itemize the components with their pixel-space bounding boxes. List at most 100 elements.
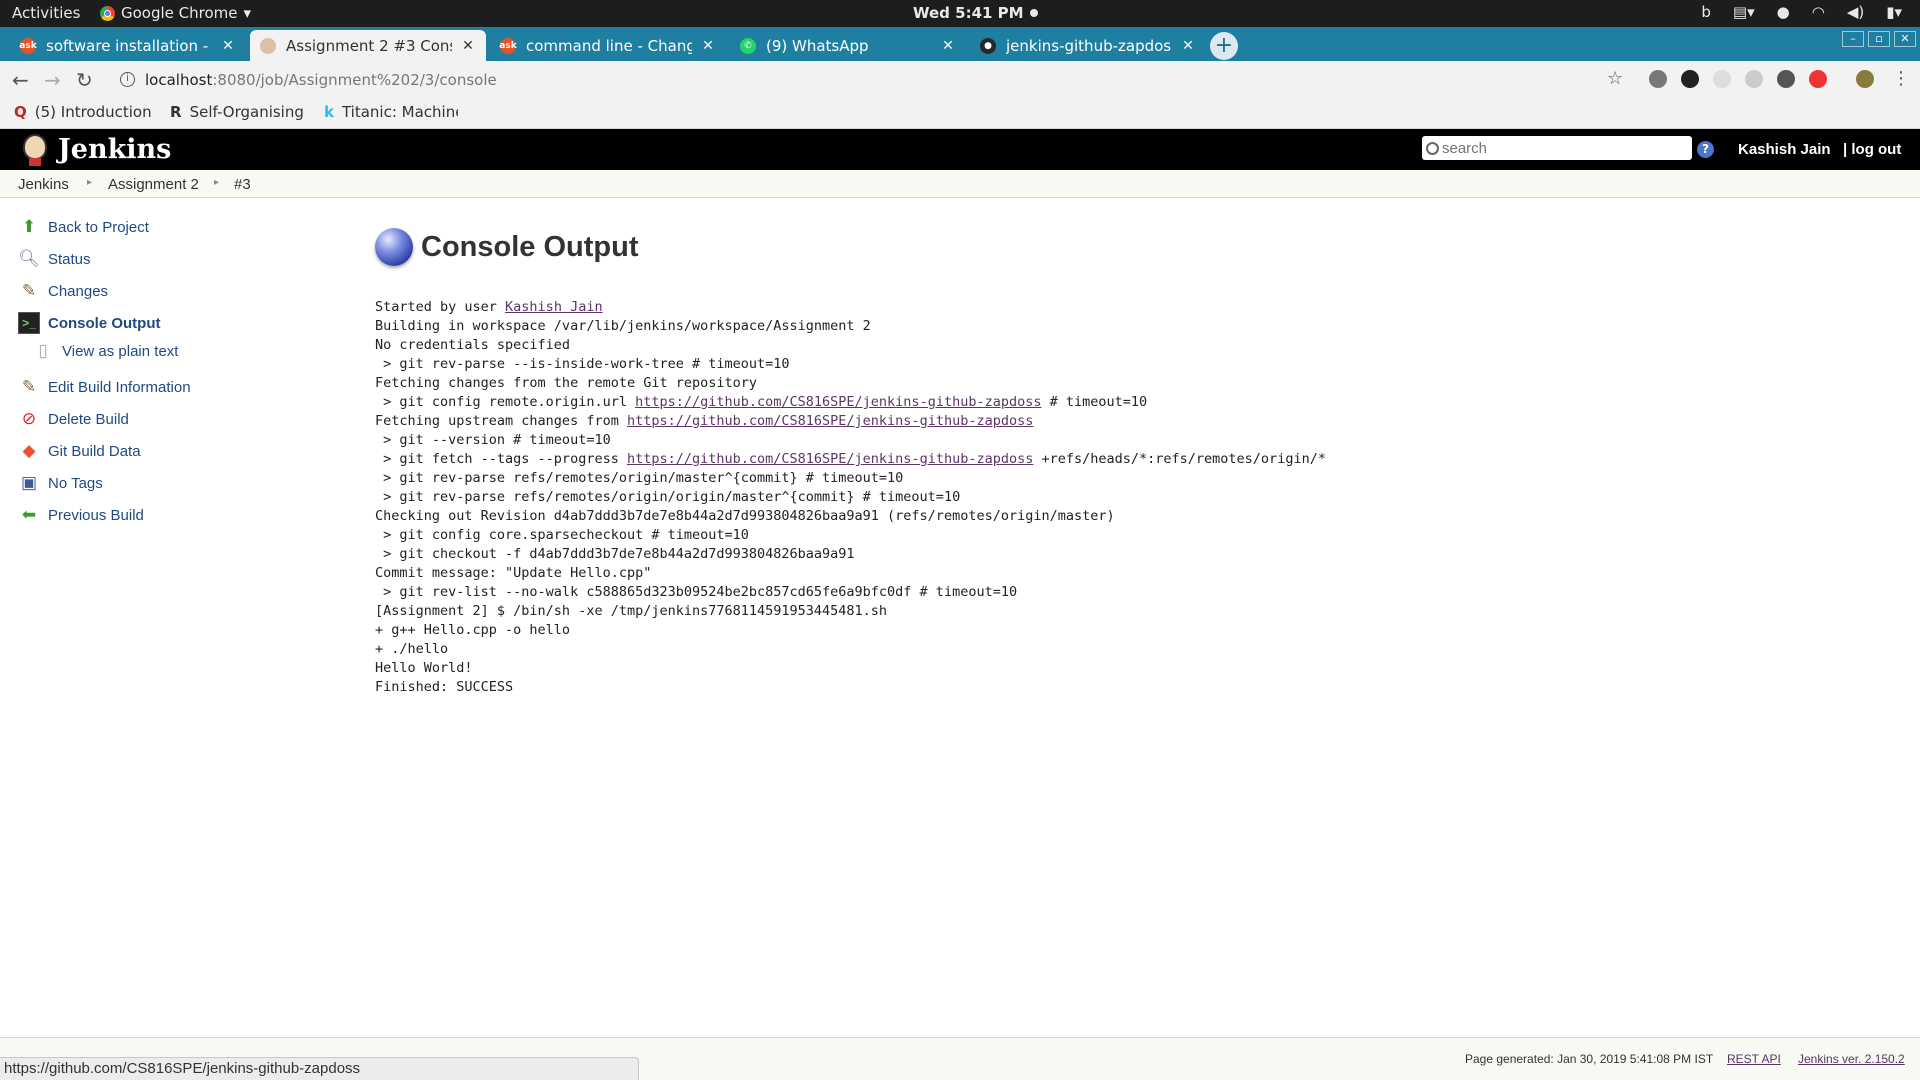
- close-icon[interactable]: ✕: [460, 38, 476, 54]
- jenkins-header: Jenkins ? Kashish Jain | log out: [0, 129, 1920, 170]
- back-arrow-icon[interactable]: ←: [12, 68, 29, 92]
- console-line: +refs/heads/*:refs/remotes/origin/*: [1033, 451, 1326, 467]
- browser-tab[interactable]: ✆ (9) WhatsApp ✕: [730, 30, 966, 61]
- task-back-to-project[interactable]: ⬆ Back to Project: [18, 216, 149, 238]
- search-input[interactable]: [1442, 139, 1682, 157]
- clock-label: Wed 5:41 PM: [913, 4, 1024, 22]
- reload-icon[interactable]: ↻: [76, 68, 93, 92]
- cloud-icon[interactable]: ●: [1777, 3, 1790, 21]
- battery-icon[interactable]: ▮▾: [1886, 3, 1902, 21]
- clipboard-icon[interactable]: ▤▾: [1733, 3, 1755, 21]
- extension-icon[interactable]: [1745, 70, 1763, 88]
- app-menu-label: Google Chrome: [121, 4, 238, 22]
- maximize-button[interactable]: ▫: [1868, 31, 1890, 47]
- activities-button[interactable]: Activities: [12, 4, 80, 22]
- task-previous-build[interactable]: ⬅ Previous Build: [18, 504, 144, 526]
- extension-icon[interactable]: [1681, 70, 1699, 88]
- bookmark-item[interactable]: R Self-Organising: [170, 103, 306, 121]
- clock[interactable]: Wed 5:41 PM: [913, 4, 1038, 22]
- notepad-icon: ✎: [21, 377, 37, 396]
- search-box[interactable]: [1422, 136, 1692, 160]
- jenkins-logo[interactable]: Jenkins: [20, 132, 171, 166]
- up-arrow-icon: ⬆: [21, 217, 37, 236]
- console-line: Checking out Revision d4ab7ddd3b7de7e8b4…: [375, 508, 1115, 524]
- jenkins-wordmark: Jenkins: [58, 133, 172, 165]
- user-link[interactable]: Kashish Jain: [505, 299, 603, 315]
- tab-title: (9) WhatsApp: [766, 36, 869, 55]
- new-tab-button[interactable]: +: [1210, 32, 1238, 60]
- rest-api-link[interactable]: REST API: [1727, 1052, 1781, 1066]
- app-menu[interactable]: Google Chrome ▾: [100, 4, 251, 22]
- breadcrumb-jenkins[interactable]: Jenkins: [18, 176, 69, 193]
- breadcrumb-build[interactable]: #3: [234, 176, 251, 193]
- info-icon[interactable]: i: [120, 72, 135, 87]
- console-line: Fetching upstream changes from: [375, 413, 627, 429]
- wifi-icon[interactable]: ◠: [1812, 3, 1825, 21]
- chrome-icon: [100, 5, 115, 21]
- help-icon[interactable]: ?: [1697, 141, 1714, 158]
- bookmark-item[interactable]: k Titanic: Machine: [324, 103, 458, 121]
- bookmark-item[interactable]: Q (5) Introduction: [14, 103, 154, 121]
- task-git-build-data[interactable]: ◆ Git Build Data: [18, 440, 140, 462]
- page-title-text: Console Output: [421, 230, 639, 263]
- jenkins-icon: [260, 37, 276, 54]
- console-line: Fetching changes from the remote Git rep…: [375, 375, 758, 391]
- breadcrumb-assignment[interactable]: Assignment 2: [108, 176, 199, 193]
- console-line: > git checkout -f d4ab7ddd3b7de7e8b44a2d…: [375, 546, 855, 562]
- close-icon[interactable]: ✕: [700, 38, 716, 54]
- browser-tab[interactable]: ask command line - Changing ✕: [490, 30, 726, 61]
- console-line: Finished: SUCCESS: [375, 679, 514, 695]
- profile-avatar[interactable]: [1856, 70, 1874, 88]
- task-label: Delete Build: [48, 410, 129, 428]
- star-icon[interactable]: ☆: [1607, 68, 1623, 89]
- main-panel: Console Output Started by user Kashish J…: [375, 228, 1875, 695]
- page-title: Console Output: [375, 228, 1875, 266]
- task-console-output[interactable]: >_ Console Output: [18, 312, 161, 334]
- user-link[interactable]: Kashish Jain: [1738, 141, 1831, 158]
- repo-link[interactable]: https://github.com/CS816SPE/jenkins-gith…: [627, 451, 1033, 467]
- window-close-button[interactable]: ✕: [1894, 31, 1916, 47]
- close-icon[interactable]: ✕: [220, 38, 236, 54]
- menu-kebab-icon[interactable]: ⋮: [1892, 68, 1910, 89]
- console-line: > git rev-parse --is-inside-work-tree # …: [375, 356, 790, 372]
- task-status[interactable]: 🔍︎ Status: [18, 248, 90, 270]
- task-view-plain-text[interactable]: ▯ View as plain text: [32, 340, 178, 362]
- address-bar[interactable]: i localhost:8080/job/Assignment%202/3/co…: [108, 65, 1618, 94]
- task-edit-build-information[interactable]: ✎ Edit Build Information: [18, 376, 191, 398]
- extension-icon[interactable]: [1713, 70, 1731, 88]
- task-changes[interactable]: ✎ Changes: [18, 280, 108, 302]
- task-delete-build[interactable]: ⊘ Delete Build: [18, 408, 129, 430]
- bookmark-label: (5) Introduction: [34, 103, 152, 121]
- console-line: > git config core.sparsecheckout # timeo…: [375, 527, 749, 543]
- bing-icon[interactable]: b: [1701, 3, 1711, 21]
- terminal-icon: >_: [18, 312, 40, 334]
- volume-icon[interactable]: ◀): [1847, 3, 1864, 21]
- task-label: Back to Project: [48, 218, 149, 236]
- chevron-right-icon[interactable]: ▸: [87, 177, 92, 188]
- repo-link[interactable]: https://github.com/CS816SPE/jenkins-gith…: [627, 413, 1033, 429]
- build-status-ball-icon: [375, 228, 413, 266]
- extension-icon[interactable]: [1649, 70, 1667, 88]
- close-icon[interactable]: ✕: [940, 38, 956, 54]
- task-label: Edit Build Information: [48, 378, 191, 396]
- task-no-tags[interactable]: ▣ No Tags: [18, 472, 103, 494]
- logout-link[interactable]: | log out: [1843, 141, 1901, 158]
- save-icon: ▣: [20, 473, 38, 492]
- chevron-down-icon: ▾: [243, 4, 252, 22]
- minimize-button[interactable]: –: [1842, 31, 1864, 47]
- console-line: > git fetch --tags --progress: [375, 451, 627, 467]
- close-icon[interactable]: ✕: [1180, 38, 1196, 54]
- bookmarks-bar: Q (5) Introduction R Self-Organising k T…: [0, 98, 1920, 129]
- browser-tab[interactable]: ask software installation - Ho ✕: [10, 30, 246, 61]
- browser-tab[interactable]: ● jenkins-github-zapdoss/H ✕: [970, 30, 1206, 61]
- breadcrumb: Jenkins ▸ Assignment 2 ▸ #3: [0, 170, 1920, 198]
- link-status-bubble: https://github.com/CS816SPE/jenkins-gith…: [0, 1057, 639, 1080]
- jenkins-version-link[interactable]: Jenkins ver. 2.150.2: [1798, 1052, 1905, 1066]
- repo-link[interactable]: https://github.com/CS816SPE/jenkins-gith…: [635, 394, 1041, 410]
- forward-arrow-icon[interactable]: →: [44, 68, 61, 92]
- browser-tab-active[interactable]: Assignment 2 #3 Console ✕: [250, 30, 486, 61]
- extension-icon[interactable]: [1777, 70, 1795, 88]
- adblock-icon[interactable]: [1809, 70, 1827, 88]
- task-label: No Tags: [48, 474, 103, 492]
- chevron-right-icon[interactable]: ▸: [214, 177, 219, 188]
